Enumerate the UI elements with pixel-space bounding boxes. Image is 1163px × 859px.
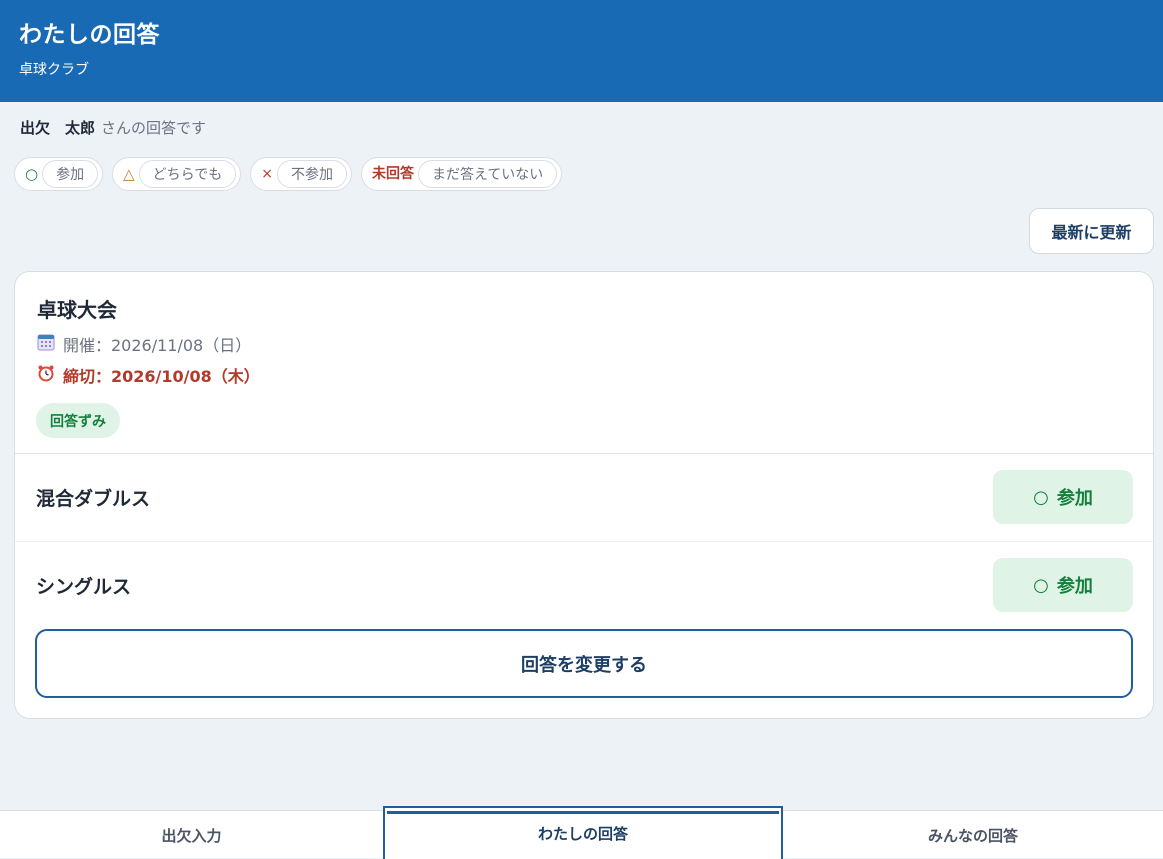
club-name: 卓球クラブ	[19, 62, 89, 78]
legend-label: まだ答えていない	[417, 160, 558, 188]
event-deadline: 締切：2026/10/08（木）	[37, 364, 260, 386]
legend-label: 不参加	[276, 160, 347, 188]
unanswered-mark: 未回答	[371, 166, 414, 182]
refresh-button[interactable]: 最新に更新	[1029, 208, 1154, 254]
bottom-tab-bar: 出欠入力 わたしの回答 みんなの回答	[0, 806, 1163, 859]
circle-icon: ○	[1033, 486, 1049, 508]
triangle-icon: △	[123, 164, 135, 183]
calendar-icon	[37, 333, 55, 355]
app-header: わたしの回答 卓球クラブ	[0, 0, 1163, 102]
divider	[15, 541, 1153, 542]
legend-item-unanswered: 未回答 まだ答えていない	[360, 157, 563, 191]
event-date: 開催：2026/11/08（日）	[37, 333, 251, 355]
respondent-info: 出欠 太郎 さんの回答です	[20, 117, 206, 138]
page-title: わたしの回答	[19, 22, 160, 48]
circle-icon: ○	[25, 164, 39, 183]
legend-item-no: × 不参加	[250, 157, 352, 191]
alarm-clock-icon	[37, 364, 55, 386]
event-title: 卓球大会	[37, 298, 117, 322]
legend-label: どちらでも	[138, 160, 237, 188]
legend-item-maybe: △ どちらでも	[112, 157, 242, 191]
legend-label: 参加	[42, 160, 99, 188]
cross-icon: ×	[261, 166, 273, 182]
divider	[15, 453, 1153, 454]
event-card: 卓球大会 開催：2026/11/08（日） 締切：2026/10/08（木） 回…	[14, 271, 1154, 719]
circle-icon: ○	[1033, 574, 1049, 596]
item-name: シングルス	[36, 576, 132, 598]
tab-attendance-input[interactable]: 出欠入力	[0, 811, 383, 859]
item-name: 混合ダブルス	[36, 488, 151, 510]
tab-everyone-answers[interactable]: みんなの回答	[783, 811, 1163, 859]
answer-label: 参加	[1056, 488, 1093, 509]
tab-my-answers[interactable]: わたしの回答	[383, 806, 783, 859]
event-deadline-text: 締切：2026/10/08（木）	[63, 367, 260, 386]
status-badge: 回答ずみ	[36, 403, 120, 438]
answer-label: 参加	[1056, 576, 1093, 597]
respondent-suffix: さんの回答です	[101, 119, 207, 137]
respondent-name: 出欠 太郎	[20, 119, 96, 137]
change-answer-button[interactable]: 回答を変更する	[35, 629, 1133, 698]
answer-button[interactable]: ○ 参加	[993, 558, 1133, 612]
answer-legend: ○ 参加 △ どちらでも × 不参加 未回答 まだ答えていない	[14, 157, 563, 191]
event-date-text: 開催：2026/11/08（日）	[63, 336, 252, 355]
answer-button[interactable]: ○ 参加	[993, 470, 1133, 524]
legend-item-yes: ○ 参加	[14, 157, 104, 191]
